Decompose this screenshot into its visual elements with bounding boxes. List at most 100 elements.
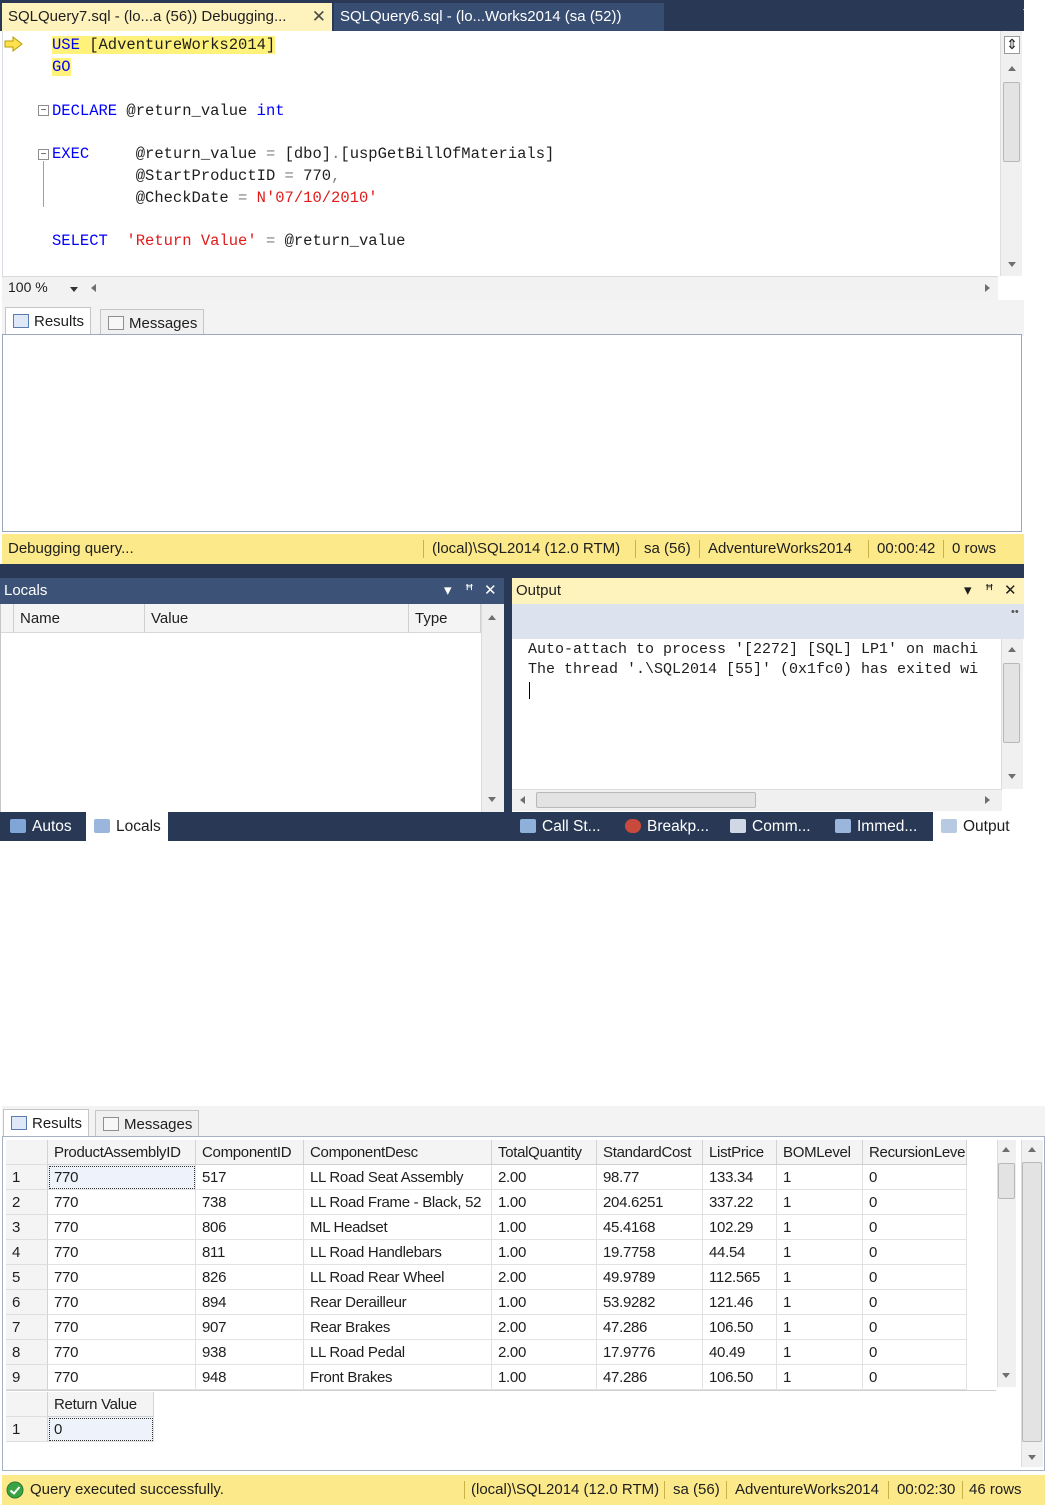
zoom-level[interactable]: 100 % — [8, 279, 48, 295]
grid-cell[interactable]: 894 — [196, 1290, 304, 1315]
grid-cell[interactable]: 45.4168 — [597, 1215, 703, 1240]
grid-cell[interactable]: 0 — [863, 1340, 967, 1365]
rv-row-number[interactable]: 1 — [6, 1417, 48, 1442]
close-pane-icon[interactable]: ✕ — [1004, 583, 1017, 599]
grid-cell[interactable]: 0 — [863, 1190, 967, 1215]
grid-row-number[interactable]: 4 — [6, 1240, 48, 1265]
grid-cell[interactable]: 49.9789 — [597, 1265, 703, 1290]
tab-messages[interactable]: Messages — [95, 1110, 200, 1138]
grid-col-header[interactable]: TotalQuantity — [492, 1140, 597, 1165]
scroll-down-icon[interactable] — [1028, 1455, 1036, 1460]
tab-call-stack[interactable]: Call St... — [512, 812, 616, 841]
scroll-down-icon[interactable] — [1008, 262, 1016, 267]
grid-cell[interactable]: 1 — [777, 1215, 863, 1240]
grid-cell[interactable]: 1.00 — [492, 1290, 597, 1315]
grid-cell[interactable]: Rear Derailleur — [304, 1290, 492, 1315]
grid-cell[interactable]: 517 — [196, 1165, 304, 1190]
grid-col-header[interactable]: ProductAssemblyID — [48, 1140, 196, 1165]
pane-splitter[interactable] — [0, 564, 1024, 578]
grid-cell[interactable]: 1 — [777, 1165, 863, 1190]
grid-col-header[interactable]: StandardCost — [597, 1140, 703, 1165]
grid-cell[interactable]: LL Road Rear Wheel — [304, 1265, 492, 1290]
scroll-down-icon[interactable] — [488, 797, 496, 802]
tab-command[interactable]: Comm... — [722, 812, 826, 841]
grid-cell[interactable]: 1 — [777, 1315, 863, 1340]
output-hscroll-thumb[interactable] — [536, 792, 756, 808]
grid-cell[interactable]: 1 — [777, 1340, 863, 1365]
grid-cell[interactable]: 112.565 — [703, 1265, 777, 1290]
grid-cell[interactable]: Rear Brakes — [304, 1315, 492, 1340]
grid-cell[interactable]: 770 — [48, 1165, 196, 1190]
grid-cell[interactable]: 47.286 — [597, 1315, 703, 1340]
grid-cell[interactable]: 0 — [863, 1240, 967, 1265]
close-icon[interactable]: ✕ — [312, 3, 326, 31]
locals-vertical-scrollbar[interactable] — [481, 604, 504, 812]
grid-cell[interactable]: 106.50 — [703, 1315, 777, 1340]
grid-cell[interactable]: 44.54 — [703, 1240, 777, 1265]
grid-cell[interactable]: 0 — [863, 1365, 967, 1390]
grid-cell[interactable]: 121.46 — [703, 1290, 777, 1315]
grid-cell[interactable]: Front Brakes — [304, 1365, 492, 1390]
grid-col-header[interactable]: ListPrice — [703, 1140, 777, 1165]
grid-cell[interactable]: 1 — [777, 1365, 863, 1390]
grid-row-number[interactable]: 1 — [6, 1165, 48, 1190]
scroll-up-icon[interactable] — [1002, 1147, 1010, 1152]
locals-col-name[interactable]: Name — [14, 604, 145, 633]
grid-cell[interactable]: 0 — [863, 1315, 967, 1340]
tab-autos[interactable]: Autos — [2, 812, 84, 841]
return-value-grid[interactable] — [6, 1390, 996, 1445]
grid-cell[interactable]: 19.7758 — [597, 1240, 703, 1265]
grid-cell[interactable]: LL Road Seat Assembly — [304, 1165, 492, 1190]
grid-cell[interactable]: 806 — [196, 1215, 304, 1240]
grid-cell[interactable]: 1 — [777, 1290, 863, 1315]
grid-row-number[interactable]: 9 — [6, 1365, 48, 1390]
grid-cell[interactable]: 0 — [863, 1290, 967, 1315]
grid-cell[interactable]: 0 — [863, 1215, 967, 1240]
grid-cell[interactable]: 770 — [48, 1215, 196, 1240]
tab-results[interactable]: Results — [5, 307, 92, 335]
grid-row-number[interactable]: 2 — [6, 1190, 48, 1215]
tab-list-dropdown-icon[interactable] — [1023, 9, 1033, 15]
grid-cell[interactable]: 826 — [196, 1265, 304, 1290]
tab-sqlquery7[interactable]: SQLQuery7.sql - (lo...a (56)) Debugging.… — [2, 3, 332, 31]
locals-col-type[interactable]: Type — [409, 604, 481, 633]
grid-cell[interactable]: 106.50 — [703, 1365, 777, 1390]
zoom-dropdown-icon[interactable] — [70, 287, 78, 292]
scroll-up-icon[interactable] — [1028, 1147, 1036, 1152]
grid-cell[interactable]: 2.00 — [492, 1315, 597, 1340]
collapse-icon[interactable]: − — [38, 149, 49, 160]
collapse-icon[interactable]: − — [38, 105, 49, 116]
grid-cell[interactable]: 1 — [777, 1190, 863, 1215]
overflow-icon[interactable]: •• — [1011, 606, 1019, 618]
tab-messages[interactable]: Messages — [100, 309, 205, 337]
grid-cell[interactable]: 811 — [196, 1240, 304, 1265]
grid-cell[interactable]: 17.9776 — [597, 1340, 703, 1365]
scroll-up-icon[interactable] — [488, 615, 496, 620]
grid-cell[interactable]: 0 — [863, 1165, 967, 1190]
grid-row-number[interactable]: 8 — [6, 1340, 48, 1365]
grid-cell[interactable]: LL Road Pedal — [304, 1340, 492, 1365]
grid-cell[interactable]: LL Road Frame - Black, 52 — [304, 1190, 492, 1215]
grid-cell[interactable]: 2.00 — [492, 1165, 597, 1190]
grid-cell[interactable]: LL Road Handlebars — [304, 1240, 492, 1265]
tab-immediate[interactable]: Immed... — [827, 812, 931, 841]
grid-row-number[interactable]: 3 — [6, 1215, 48, 1240]
grid-cell[interactable]: 53.9282 — [597, 1290, 703, 1315]
scroll-down-icon[interactable] — [1008, 774, 1016, 779]
grid-cell[interactable]: 1.00 — [492, 1365, 597, 1390]
pin-icon[interactable]: ꟸ — [465, 583, 474, 599]
tab-sqlquery6[interactable]: SQLQuery6.sql - (lo...Works2014 (sa (52)… — [334, 3, 664, 31]
grid-cell[interactable]: 337.22 — [703, 1190, 777, 1215]
grid-col-header[interactable]: RecursionLevel — [863, 1140, 967, 1165]
grid-row-number[interactable]: 5 — [6, 1265, 48, 1290]
results-scroll-thumb[interactable] — [1022, 1162, 1042, 1442]
grid-cell[interactable]: 770 — [48, 1290, 196, 1315]
grid-cell[interactable]: 40.49 — [703, 1340, 777, 1365]
grid-cell[interactable]: 98.77 — [597, 1165, 703, 1190]
grid-row-number[interactable]: 6 — [6, 1290, 48, 1315]
window-position-icon[interactable]: ▾ — [964, 583, 972, 599]
pin-icon[interactable]: ꟸ — [985, 583, 994, 599]
grid-cell[interactable]: 770 — [48, 1315, 196, 1340]
scroll-up-icon[interactable] — [1008, 66, 1016, 71]
grid-scroll-thumb[interactable] — [998, 1163, 1015, 1199]
